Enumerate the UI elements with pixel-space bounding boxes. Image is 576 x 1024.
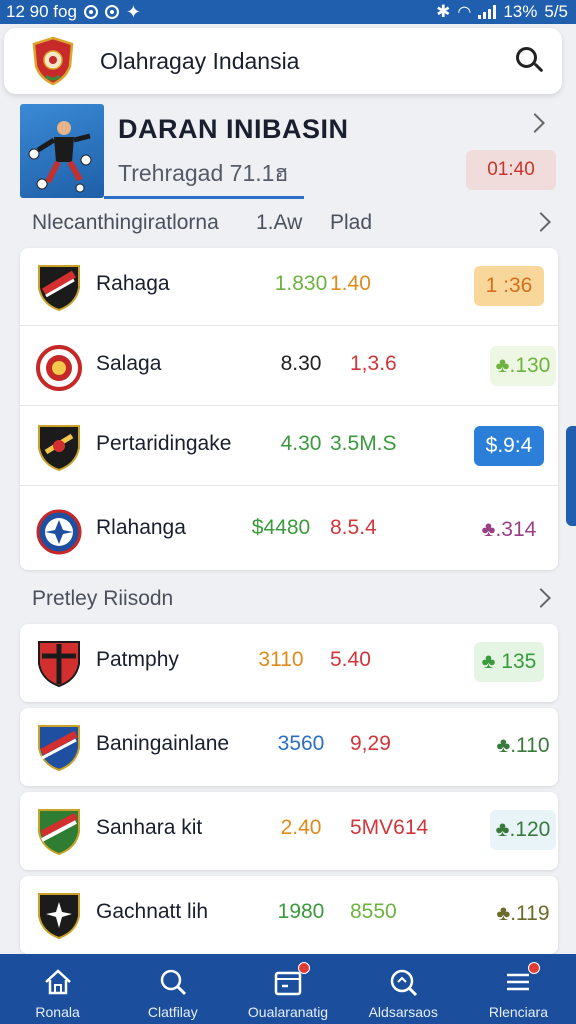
odds-badge[interactable]: ♣.130 <box>490 346 556 386</box>
featured-odds-badge[interactable]: 01:40 <box>466 150 556 190</box>
nav-label: Rlenciara <box>488 1004 548 1020</box>
team-name: Salaga <box>96 352 162 375</box>
team-name: Rahaga <box>96 272 170 295</box>
section-header-2[interactable]: Pretley Riisodn <box>32 584 551 614</box>
team-name: Rlahanga <box>96 516 186 539</box>
calendar-icon <box>272 962 310 998</box>
odds-badge[interactable]: ♣.119 <box>490 894 556 934</box>
featured-title: DARAN INIBASIN <box>118 114 349 144</box>
app-header: Olahragay Indansia <box>4 28 562 94</box>
match-row[interactable]: Rahaga 1.830 1.40 1 :36 <box>20 248 558 326</box>
odds-value-1: 8.30 <box>280 352 322 375</box>
match-row[interactable]: Baningainlane 3560 9,29 ♣.110 <box>20 708 558 786</box>
app-logo-icon <box>30 36 76 86</box>
match-card[interactable]: Baningainlane 3560 9,29 ♣.110 <box>20 708 558 786</box>
notification-badge <box>298 962 310 974</box>
team-crest-icon <box>36 422 82 472</box>
odds-value-2: 8550 <box>350 900 397 923</box>
side-drawer-handle[interactable] <box>566 426 576 526</box>
wifi-icon: ◠ <box>457 4 472 21</box>
match-card[interactable]: Patmphy 3110 5.40 ♣ 135 <box>20 624 558 702</box>
team-name: Patmphy <box>96 648 179 671</box>
status-time: 12 90 fog <box>6 2 77 21</box>
odds-value-2: 1,3.6 <box>350 352 397 375</box>
featured-match-card[interactable]: DARAN INIBASIN Trehragad 71.1ฮ 01:40 <box>20 104 560 200</box>
match-row[interactable]: Rlahanga $4480 8.5.4 ♣.314 <box>20 492 558 570</box>
odds-badge[interactable]: ♣ 135 <box>474 642 544 682</box>
menu-icon <box>502 962 541 998</box>
odds-value-2: 8.5.4 <box>330 516 377 539</box>
odds-badge[interactable]: ♣.120 <box>490 810 556 850</box>
sync-icon <box>104 5 119 19</box>
odds-value-1: 1980 <box>277 900 325 923</box>
odds-value-1: 3560 <box>277 732 325 755</box>
chevron-right-icon[interactable] <box>525 113 545 135</box>
odds-value-2: 5.40 <box>330 648 371 671</box>
odds-badge[interactable]: 1 :36 <box>474 266 544 306</box>
team-name: Pertaridingake <box>96 432 232 455</box>
status-bar: 12 90 fog ✦ ✱ ◠ 13% 5/5 <box>0 0 576 24</box>
featured-subtitle: Trehragad 71.1ฮ <box>118 160 289 186</box>
bottom-navigation: Ronala Clatfilay Oualaranatig Aldsarsaos… <box>0 954 576 1024</box>
app-title: Olahragay Indansia <box>100 47 300 74</box>
stats-search-icon <box>387 966 419 998</box>
notification-badge <box>528 962 541 974</box>
team-name: Baningainlane <box>96 732 230 755</box>
nav-item-schedule[interactable]: Oualaranatig <box>230 954 345 1024</box>
section-title: Nlecanthingiratlorna <box>32 211 219 234</box>
match-row[interactable]: Salaga 8.30 1,3.6 ♣.130 <box>20 328 558 406</box>
status-extra: 5/5 <box>544 2 568 21</box>
nav-label: Aldsarsaos <box>368 1004 438 1020</box>
nav-label: Clatfilay <box>147 1004 198 1020</box>
home-icon <box>42 966 74 998</box>
match-card[interactable]: Sanhara kit 2.40 5MV614 ♣.120 <box>20 792 558 870</box>
match-row[interactable]: Gachnatt lih 1980 8550 ♣.119 <box>20 876 558 954</box>
odds-value-1: $4480 <box>251 516 311 539</box>
nav-item-menu[interactable]: Rlenciara <box>461 954 576 1024</box>
odds-badge[interactable]: $.9:4 <box>474 426 544 466</box>
team-crest-icon <box>36 806 82 856</box>
location-icon: ✦ <box>125 1 141 22</box>
team-crest-icon <box>36 890 82 940</box>
featured-underline <box>104 196 304 199</box>
team-name: Sanhara kit <box>96 816 203 839</box>
nav-item-stats[interactable]: Aldsarsaos <box>346 954 461 1024</box>
column-header-1: 1.Aw <box>256 211 303 234</box>
odds-value-1: 3110 <box>258 648 304 671</box>
team-crest-icon <box>36 262 82 312</box>
search-icon <box>157 966 189 998</box>
nav-label: Oualaranatig <box>247 1004 329 1020</box>
match-row[interactable]: Pertaridingake 4.30 3.5M.S $.9:4 <box>20 408 558 486</box>
section-title: Pretley Riisodn <box>32 587 174 610</box>
odds-value-1: 2.40 <box>280 816 322 839</box>
search-button[interactable] <box>512 44 546 78</box>
match-row[interactable]: Patmphy 3110 5.40 ♣ 135 <box>20 624 558 702</box>
battery-level: 13% <box>503 2 538 21</box>
odds-value-2: 1.40 <box>330 272 371 295</box>
match-card[interactable]: Gachnatt lih 1980 8550 ♣.119 <box>20 876 558 954</box>
team-crest-icon <box>36 342 82 392</box>
odds-badge[interactable]: ♣.314 <box>474 510 544 550</box>
team-crest-icon <box>36 506 82 556</box>
match-list-card-1: Rahaga 1.830 1.40 1 :36 Salaga 8.30 1,3.… <box>20 248 558 570</box>
nav-label: Ronala <box>35 1004 80 1020</box>
odds-badge[interactable]: ♣.110 <box>490 726 556 766</box>
odds-value-2: 5MV614 <box>350 816 429 839</box>
odds-value-2: 3.5M.S <box>330 432 397 455</box>
team-crest-icon <box>36 638 82 688</box>
team-name: Gachnatt lih <box>96 900 209 923</box>
match-row[interactable]: Sanhara kit 2.40 5MV614 ♣.120 <box>20 792 558 870</box>
nav-item-home[interactable]: Ronala <box>0 954 115 1024</box>
signal-icon <box>478 5 497 19</box>
nav-item-search[interactable]: Clatfilay <box>115 954 230 1024</box>
featured-player-image <box>20 104 104 198</box>
bluetooth-icon: ✱ <box>436 2 451 21</box>
notification-icon <box>83 5 98 19</box>
chevron-right-icon[interactable] <box>531 587 551 611</box>
team-crest-icon <box>36 722 82 772</box>
column-header-2: Plad <box>330 211 373 234</box>
odds-value-2: 9,29 <box>350 732 391 755</box>
chevron-right-icon[interactable] <box>531 211 551 235</box>
